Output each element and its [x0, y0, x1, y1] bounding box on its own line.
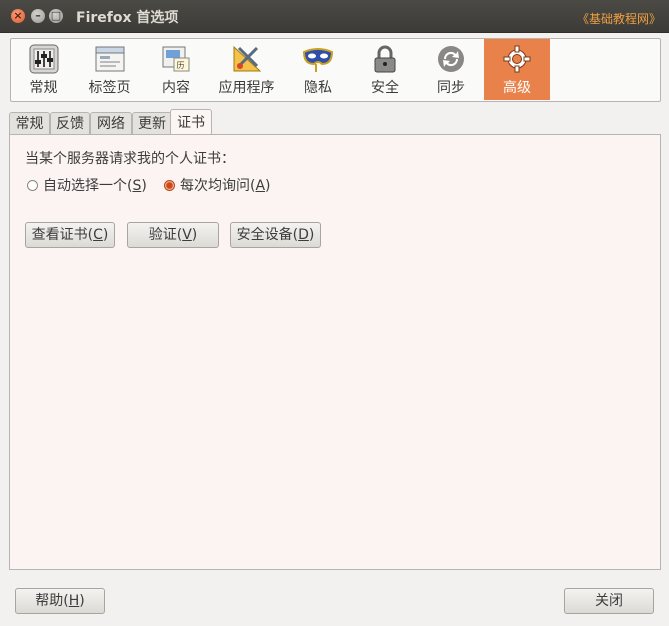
- toolbar-tabs[interactable]: 标签页: [76, 39, 143, 100]
- toolbar-label: 应用程序: [218, 80, 275, 96]
- title-bar: × – □ Firefox 首选项 《基础教程网》: [0, 0, 669, 33]
- content-icon: 历: [162, 46, 190, 72]
- tab-update[interactable]: 更新: [132, 112, 172, 135]
- toolbar-privacy[interactable]: 隐私: [284, 39, 352, 100]
- maximize-window-icon[interactable]: □: [49, 9, 63, 23]
- close-button[interactable]: 关闭: [564, 588, 654, 614]
- radio-ask-every-time[interactable]: 每次均询问(A): [164, 175, 271, 195]
- toolbar-label: 安全: [371, 80, 399, 96]
- view-certificates-button[interactable]: 查看证书(C): [25, 222, 115, 248]
- sliders-icon: [29, 44, 58, 74]
- svg-text:历: 历: [177, 61, 185, 70]
- toolbar-label: 隐私: [304, 80, 332, 96]
- toolbar-content[interactable]: 历 内容: [143, 39, 209, 100]
- validation-button[interactable]: 验证(V): [127, 222, 219, 248]
- toolbar-label: 常规: [29, 80, 58, 96]
- close-window-icon[interactable]: ×: [11, 9, 25, 23]
- preferences-toolbar: 常规 标签页 历 内容 应用程序 隐私 安全 同步 高级: [10, 38, 661, 102]
- radio-auto-select[interactable]: 自动选择一个(S): [27, 175, 147, 195]
- toolbar-advanced[interactable]: 高级: [484, 39, 550, 100]
- padlock-icon: [374, 45, 396, 73]
- radio-circle[interactable]: [27, 179, 38, 191]
- certificates-panel: 当某个服务器请求我的个人证书： 自动选择一个(S) 每次均询问(A) 查看证书(…: [9, 134, 661, 570]
- preferences-window: × – □ Firefox 首选项 《基础教程网》 常规 标签页 历 内容 应用…: [0, 0, 669, 626]
- gear-icon: [503, 45, 531, 73]
- minimize-window-icon[interactable]: –: [31, 9, 45, 23]
- sync-icon: [438, 46, 464, 72]
- toolbar-general[interactable]: 常规: [11, 39, 76, 100]
- toolbar-security[interactable]: 安全: [352, 39, 418, 100]
- radio-label: 自动选择一个(S): [43, 178, 147, 194]
- toolbar-label: 同步: [437, 80, 465, 96]
- tabs-icon: [95, 46, 124, 72]
- watermark-text: 《基础教程网》: [576, 12, 661, 26]
- toolbar-applications[interactable]: 应用程序: [209, 39, 284, 100]
- toolbar-label: 高级: [503, 80, 531, 96]
- toolbar-label: 内容: [162, 80, 190, 96]
- radio-label: 每次均询问(A): [180, 178, 271, 194]
- tab-certificates[interactable]: 证书: [170, 109, 212, 136]
- tab-general[interactable]: 常规: [9, 112, 50, 135]
- window-title: Firefox 首选项: [76, 10, 179, 26]
- toolbar-sync[interactable]: 同步: [418, 39, 484, 100]
- tab-network[interactable]: 网络: [90, 112, 132, 135]
- tab-feedback[interactable]: 反馈: [50, 112, 90, 135]
- radio-circle-selected[interactable]: [164, 179, 175, 191]
- certificate-request-prompt: 当某个服务器请求我的个人证书：: [25, 151, 235, 167]
- help-button[interactable]: 帮助(H): [15, 588, 105, 614]
- security-devices-button[interactable]: 安全设备(D): [230, 222, 321, 248]
- toolbar-label: 标签页: [88, 80, 131, 96]
- applications-icon: [233, 45, 261, 72]
- mask-icon: [302, 48, 334, 72]
